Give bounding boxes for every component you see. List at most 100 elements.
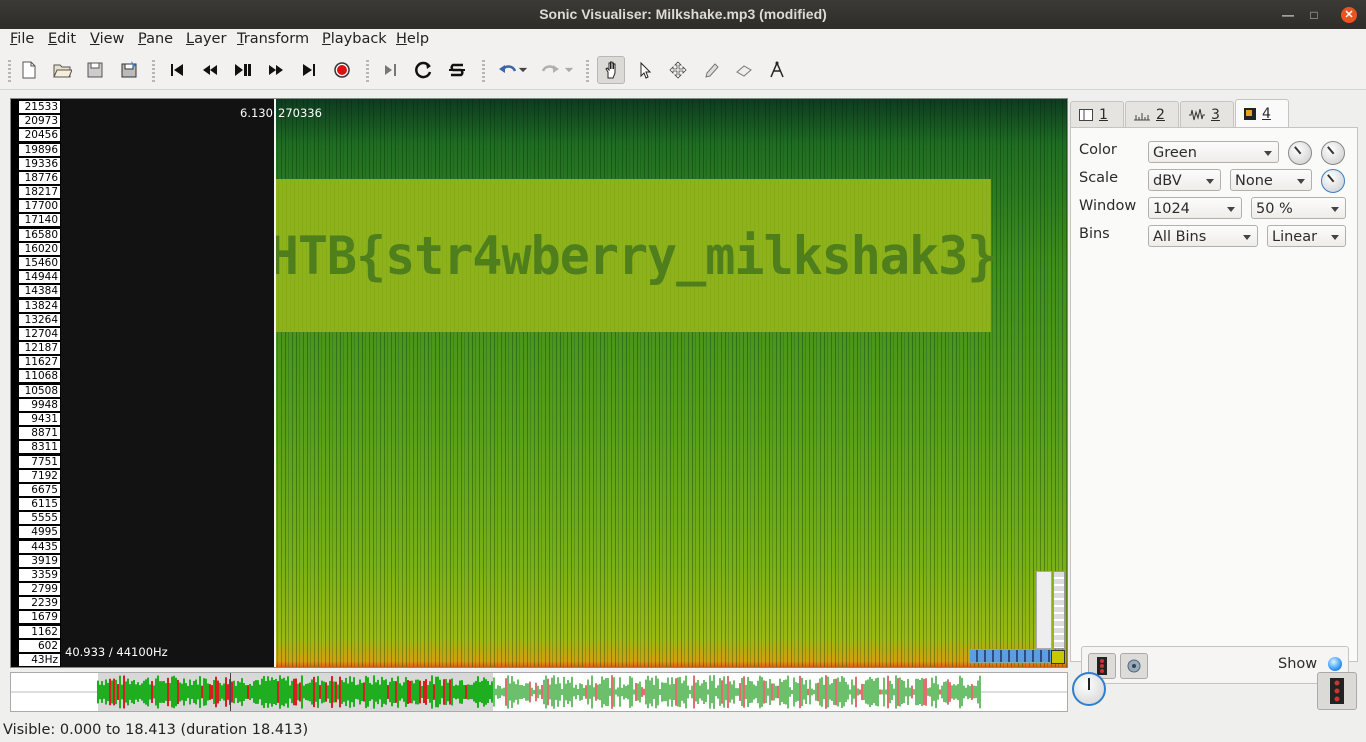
save-icon[interactable]: [82, 57, 108, 83]
toolbar-grip[interactable]: [8, 60, 11, 82]
bins-select[interactable]: All Bins: [1148, 225, 1258, 247]
frequency-tick: 9431: [19, 412, 60, 425]
tab-label: 2: [1156, 106, 1165, 123]
layer-button[interactable]: [1317, 672, 1357, 710]
menu-transform[interactable]: Transform: [237, 31, 309, 47]
window-overlap-select[interactable]: 50 %: [1251, 197, 1346, 219]
threshold-dial[interactable]: [1321, 169, 1345, 193]
frequency-tick: 4995: [19, 526, 60, 539]
frequency-tick: 4435: [19, 540, 60, 553]
frequency-tick: 602: [19, 639, 60, 652]
overview-waveform[interactable]: [10, 672, 1068, 712]
toolbar-grip[interactable]: [152, 60, 155, 82]
frequency-tick: 18217: [19, 186, 60, 199]
play-pause-icon[interactable]: [230, 57, 256, 83]
scale-select[interactable]: dBV: [1148, 169, 1221, 191]
tab-waveform[interactable]: 3: [1180, 101, 1234, 127]
toolbar-grip[interactable]: [586, 60, 589, 82]
redo-icon[interactable]: [538, 57, 564, 83]
spectrogram-view[interactable]: HTB{str4wberry_milkshak3}: [274, 99, 1067, 667]
solo-icon[interactable]: [444, 57, 470, 83]
frequency-tick: 9948: [19, 398, 60, 411]
show-label: Show: [1278, 656, 1318, 672]
traffic-light-icon: [1330, 678, 1344, 704]
rewind-start-icon[interactable]: [164, 57, 190, 83]
frequency-readout: 40.933 / 44100Hz: [65, 645, 168, 659]
menu-edit[interactable]: Edit: [48, 31, 76, 47]
frequency-tick: 21533: [19, 101, 60, 113]
save-session-icon[interactable]: [116, 57, 142, 83]
tab-spectrogram[interactable]: 4: [1235, 99, 1289, 127]
move-icon[interactable]: [665, 57, 691, 83]
frequency-tick: 3359: [19, 568, 60, 581]
constrain-playback-icon[interactable]: [378, 57, 404, 83]
close-icon[interactable]: ✕: [1341, 7, 1357, 23]
frequency-tick: 2239: [19, 597, 60, 610]
forward-end-icon[interactable]: [296, 57, 322, 83]
scale-label: Scale: [1079, 170, 1119, 186]
color-select[interactable]: Green: [1148, 141, 1279, 163]
overview-cursor: [230, 673, 231, 711]
select-arrow-icon[interactable]: [632, 57, 658, 83]
layer-visibility-box: Show: [1081, 646, 1349, 684]
frequency-tick: 8311: [19, 441, 60, 454]
zoom-reset-button[interactable]: [1051, 650, 1065, 664]
horizontal-zoom-wheel[interactable]: [969, 649, 1053, 663]
menu-pane[interactable]: Pane: [138, 31, 173, 47]
show-toggle[interactable]: [1328, 657, 1342, 671]
vertical-zoom-bar[interactable]: [1036, 571, 1052, 649]
spectrogram-pane[interactable]: 21533 20973 20456 19896 19336 18776 18217 17700…: [10, 98, 1068, 668]
fast-forward-icon[interactable]: [263, 57, 289, 83]
tab-pane[interactable]: 1: [1070, 101, 1124, 127]
frequency-tick: 19336: [19, 157, 60, 170]
menu-help[interactable]: Help: [396, 31, 429, 47]
record-icon[interactable]: [329, 57, 355, 83]
frequency-tick: 11627: [19, 356, 60, 369]
frequency-tick: 17700: [19, 200, 60, 213]
gain-dial[interactable]: [1288, 141, 1312, 165]
pre-audio-region[interactable]: [61, 99, 274, 667]
draw-pencil-icon[interactable]: [698, 57, 724, 83]
toolbar: [0, 51, 1366, 90]
menu-view[interactable]: View: [90, 31, 124, 47]
window-title: Sonic Visualiser: Milkshake.mp3 (modifie…: [539, 6, 827, 22]
menu-layer[interactable]: Layer: [186, 31, 226, 47]
chevron-down-icon[interactable]: [516, 57, 530, 83]
chevron-down-icon[interactable]: [562, 57, 576, 83]
erase-icon[interactable]: [731, 57, 757, 83]
rewind-icon[interactable]: [197, 57, 223, 83]
frequency-tick: 12187: [19, 342, 60, 355]
playback-cursor[interactable]: [274, 99, 276, 667]
toolbar-grip[interactable]: [482, 60, 485, 82]
menu-playback[interactable]: Playback: [322, 31, 387, 47]
playback-speed-dial[interactable]: [1072, 672, 1106, 706]
bin-scale-select[interactable]: Linear: [1267, 225, 1346, 247]
tab-label: 3: [1211, 106, 1220, 123]
status-bar: Visible: 0.000 to 18.413 (duration 18.41…: [3, 722, 309, 738]
frequency-tick: 7192: [19, 469, 60, 482]
normalize-select[interactable]: None: [1230, 169, 1312, 191]
cursor-frame-label: 270336: [278, 106, 322, 120]
tab-ruler[interactable]: 2: [1125, 101, 1179, 127]
window-label: Window: [1079, 198, 1137, 214]
measure-icon[interactable]: [764, 57, 790, 83]
frequency-scale: 21533 20973 20456 19896 19336 18776 18217 17700…: [11, 99, 61, 667]
window-size-select[interactable]: 1024: [1148, 197, 1242, 219]
minimize-icon[interactable]: —: [1280, 7, 1296, 23]
menu-file[interactable]: File: [10, 31, 34, 47]
maximize-icon[interactable]: □: [1306, 7, 1322, 23]
pane-icon: [1079, 108, 1093, 121]
play-layer-button[interactable]: [1120, 653, 1148, 679]
loop-icon[interactable]: [411, 57, 437, 83]
open-folder-icon[interactable]: [49, 57, 75, 83]
toolbar-grip[interactable]: [366, 60, 369, 82]
vertical-zoom-track[interactable]: [1053, 571, 1065, 649]
frequency-tick: 18776: [19, 171, 60, 184]
menu-bar: File Edit View Pane Layer Transform Play…: [0, 29, 1366, 51]
new-file-icon[interactable]: [16, 57, 42, 83]
color-rotation-dial[interactable]: [1321, 141, 1345, 165]
frequency-tick: 17140: [19, 214, 60, 227]
navigate-hand-icon[interactable]: [597, 56, 625, 84]
frequency-tick: 12704: [19, 327, 60, 340]
frequency-tick: 19896: [19, 143, 60, 156]
